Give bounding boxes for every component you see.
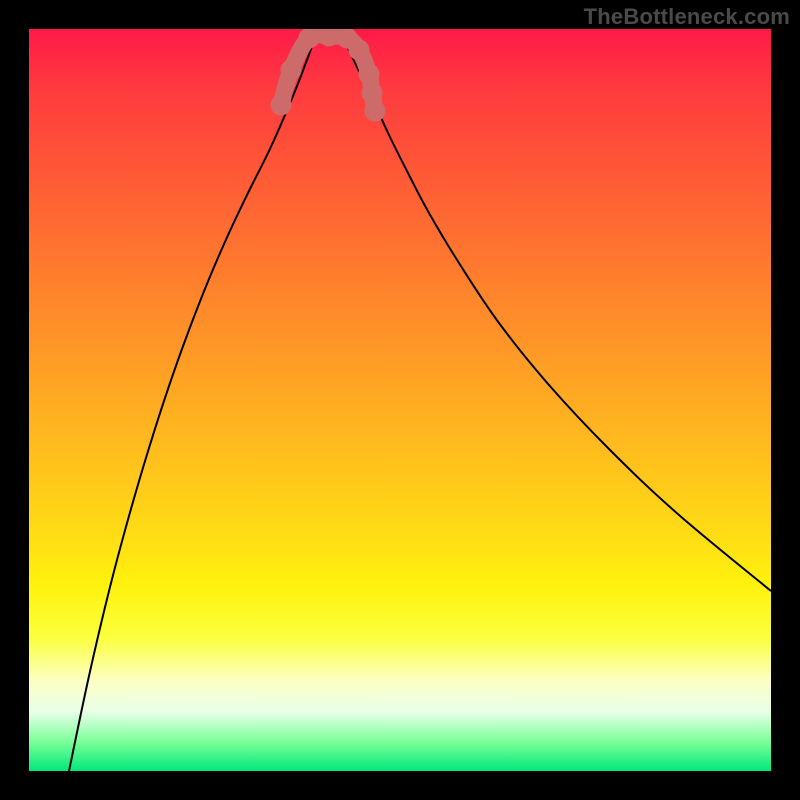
watermark-text: TheBottleneck.com (584, 4, 790, 30)
marker-connector (281, 35, 375, 111)
markers-group (271, 29, 385, 121)
plot-area (29, 29, 771, 771)
marker-point (319, 29, 339, 46)
marker-point (349, 40, 369, 60)
marker-point (281, 60, 301, 80)
marker-point (365, 101, 385, 121)
marker-point (299, 29, 319, 48)
marker-point (271, 95, 291, 115)
marker-point (337, 29, 357, 48)
curve-right-branch (329, 29, 771, 591)
chart-frame: TheBottleneck.com (0, 0, 800, 800)
chart-svg (29, 29, 771, 771)
marker-point (359, 64, 379, 84)
marker-point (362, 83, 382, 103)
curve-left-branch (69, 29, 329, 771)
